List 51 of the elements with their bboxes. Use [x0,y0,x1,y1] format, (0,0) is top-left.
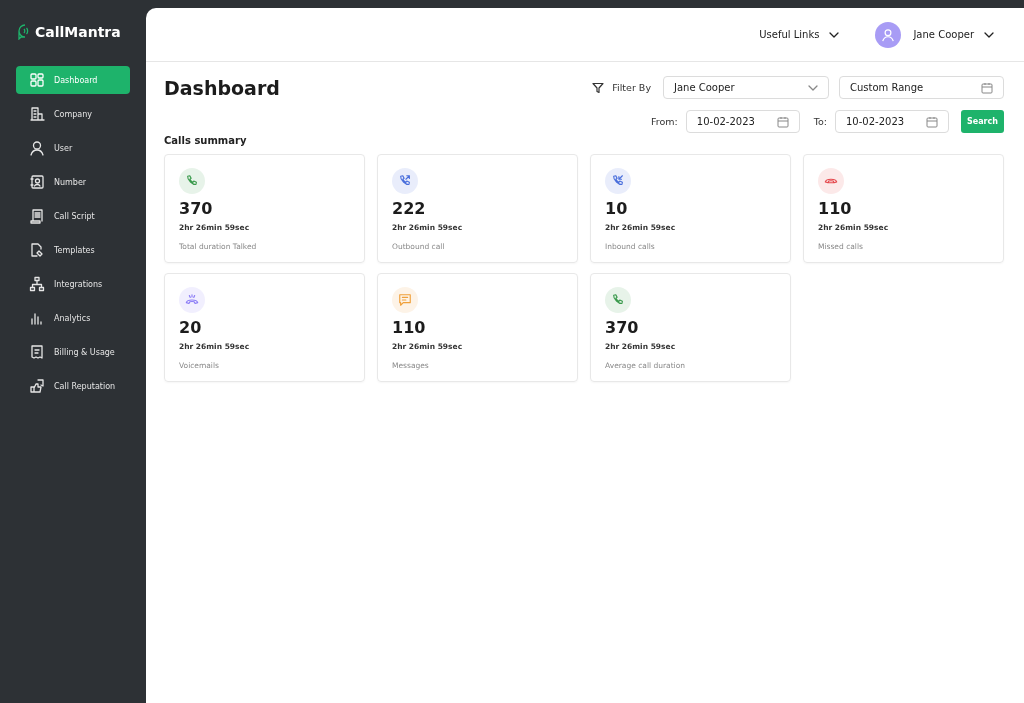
section-title: Calls summary [164,135,248,146]
stat-value: 10 [605,199,629,218]
phone-ringing-icon [185,293,199,307]
grid-icon [29,72,45,88]
sidebar-item[interactable]: Call Reputation [16,372,130,400]
stat-value: 110 [392,318,427,337]
to-label: To: [813,116,827,127]
from-label: From: [651,116,678,127]
calendar-icon [926,115,938,128]
useful-links-dropdown[interactable]: Useful Links [759,29,840,40]
filter-label: Filter By [612,82,651,93]
scroll-icon [29,208,45,224]
calendar-icon [776,115,789,128]
stat-value: 20 [179,318,203,337]
from-date-field[interactable]: 10-02-2023 [685,110,800,133]
building-icon [29,106,45,122]
network-icon [29,276,45,292]
to-date-field[interactable]: 10-02-2023 [835,110,949,133]
caret-icon [984,31,994,38]
user-icon [29,140,45,156]
stat-value: 370 [179,199,214,218]
caret-icon [808,84,818,91]
phone-icon [611,293,625,307]
sidebar-item[interactable]: Integrations [16,270,130,298]
page-title: Dashboard [164,76,281,99]
user-menu[interactable]: Jane Cooper [875,21,994,48]
calendar-icon [981,81,993,94]
sidebar-item[interactable]: Number [16,168,130,196]
document-pen-icon [29,242,45,258]
contact-card-icon [29,174,45,190]
stat-value: 370 [605,318,640,337]
brand-name: CallMantra [35,24,121,40]
sidebar-item[interactable]: Templates [16,236,130,264]
range-dropdown[interactable]: Custom Range [839,76,1004,99]
phone-incoming-icon [611,174,625,188]
phone-outgoing-icon [398,174,412,188]
receipt-icon [29,344,45,360]
sidebar-item[interactable]: Analytics [16,304,130,332]
sidebar-item[interactable]: Call Script [16,202,130,230]
avatar-icon [875,21,902,48]
thumbs-icon [29,378,45,394]
caret-icon [829,31,840,38]
stat-value: 110 [818,199,853,218]
filter-icon [592,81,605,94]
user-filter-dropdown[interactable]: Jane Cooper [663,76,829,99]
sidebar-item[interactable]: Billing & Usage [16,338,130,366]
phone-icon [185,174,199,188]
stat-value: 222 [392,199,427,218]
sidebar-item[interactable]: Company [16,100,130,128]
sidebar-item[interactable]: User [16,134,130,162]
message-icon [398,293,412,307]
